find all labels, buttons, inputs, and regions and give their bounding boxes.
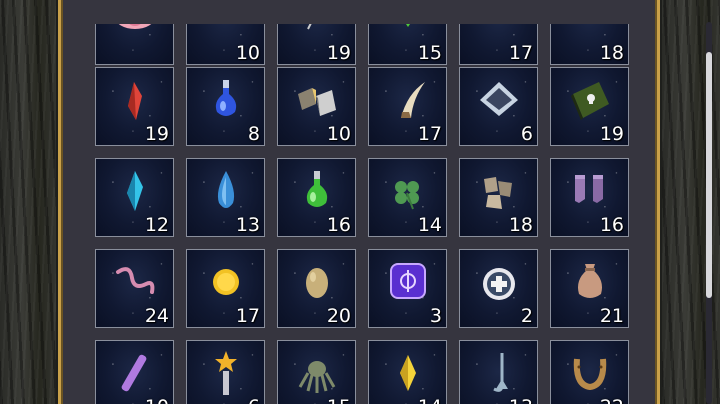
inventory-slot-feather[interactable]: 19 [277,24,356,65]
sack-icon [578,264,602,298]
yellow-crystal-icon [400,355,416,391]
inventory-slot-worm[interactable]: 24 [95,249,174,328]
inventory-slot-green-gem[interactable]: 15 [368,24,447,65]
inventory-slot-egg[interactable]: 20 [277,249,356,328]
inventory-slot-skull-book[interactable]: 19 [550,67,629,146]
item-count: 6 [520,123,533,145]
item-count: 6 [248,396,260,404]
red-crystal-icon [128,82,142,120]
skull-book-icon [571,82,609,120]
item-count: 24 [144,305,169,327]
stone-blocks-icon [298,88,336,116]
item-count: 2 [520,305,533,327]
item-count: 18 [599,42,624,64]
inventory-slot-star[interactable]: 18 [550,24,629,65]
hook-arrow-icon [493,353,508,392]
inventory-slot-yellow-crystal[interactable]: 14 [368,340,447,404]
horseshoe-icon [573,358,607,391]
inventory-slot-frame[interactable]: 10 [186,24,265,65]
item-count: 13 [509,396,533,404]
item-count: 14 [418,396,442,404]
item-count: 15 [327,396,351,404]
item-count: 17 [508,42,533,64]
diamond-plate-icon [480,82,518,116]
inventory-slot-horn[interactable]: 17 [368,67,447,146]
inventory-slot-purple-vial[interactable]: 10 [95,340,174,404]
item-count: 17 [235,305,260,327]
worm-icon [116,267,155,294]
item-count: 19 [144,123,169,145]
item-count: 19 [326,42,351,64]
gold-coin-icon [213,269,239,295]
clover-icon [395,181,419,210]
item-count: 13 [235,214,260,236]
item-count: 19 [599,123,624,145]
inventory-slot-stone-blocks[interactable]: 10 [277,67,356,146]
item-count: 16 [326,214,351,236]
water-drop-icon [217,171,235,208]
item-count: 10 [326,123,351,145]
green-potion-icon [306,171,328,207]
inventory-slot-water-drop[interactable]: 13 [186,158,265,237]
item-count: 10 [145,396,169,404]
inventory-slot-green-potion[interactable]: 16 [277,158,356,237]
purple-vial-icon [121,354,147,392]
inventory-panel: 10 19 15 17 18 19 8 10 17 6 19 12 13 16 14 18 16 24 17 20 3 2… [58,0,712,404]
item-count: 18 [508,214,533,236]
inventory-slot-gold-coin[interactable]: 17 [186,249,265,328]
egg-icon [306,268,328,298]
inventory-slot-rune-tile[interactable]: 3 [368,249,447,328]
scroll-thumb[interactable] [706,52,712,298]
pig-icon [118,24,152,29]
inventory-slot-blue-ore[interactable]: 17 [459,24,538,65]
item-count: 10 [235,42,260,64]
inventory-slot-health-ring[interactable]: 2 [459,249,538,328]
inventory-slot-red-crystal[interactable]: 19 [95,67,174,146]
star-wand-icon [215,351,237,395]
blue-potion-icon [215,80,237,116]
inventory-grid: 10 19 15 17 18 19 8 10 17 6 19 12 13 16 14 18 16 24 17 20 3 2… [61,24,657,404]
inventory-slot-blue-potion[interactable]: 8 [186,67,265,146]
bark-left-decoration [0,0,56,404]
item-count: 15 [417,42,442,64]
inventory-slot-octopus[interactable]: 15 [277,340,356,404]
purple-boots-icon [575,175,603,203]
item-count: 22 [600,396,624,404]
inventory-slot-purple-boots[interactable]: 16 [550,158,629,237]
inventory-scrollbar[interactable] [706,22,712,404]
cyan-crystal-icon [127,171,143,211]
item-count: 20 [326,305,351,327]
rune-tile-icon [390,263,426,299]
inventory-slot-diamond-plate[interactable]: 6 [459,67,538,146]
inventory-slot-hook-arrow[interactable]: 13 [459,340,538,404]
rock-pile-icon [484,177,512,209]
inventory-slot-rock-pile[interactable]: 18 [459,158,538,237]
item-count: 3 [429,305,442,327]
inventory-slot-sack[interactable]: 21 [550,249,629,328]
item-count: 16 [599,214,624,236]
item-count: 14 [417,214,442,236]
horn-icon [401,82,425,118]
inventory-slot-cyan-crystal[interactable]: 12 [95,158,174,237]
item-count: 12 [144,214,169,236]
inventory-slot-clover[interactable]: 14 [368,158,447,237]
item-count: 17 [417,123,442,145]
octopus-icon [298,361,336,393]
health-ring-icon [483,268,515,300]
inventory-slot-horseshoe[interactable]: 22 [550,340,629,404]
item-count: 21 [599,305,624,327]
inventory-slot-star-wand[interactable]: 6 [186,340,265,404]
inventory-slot-pig[interactable] [95,24,174,65]
item-count: 8 [247,123,260,145]
